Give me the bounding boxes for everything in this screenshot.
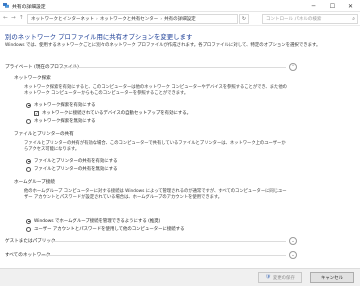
network-sharing-icon xyxy=(3,3,9,8)
file-printer-on-label: ファイルとプリンターの共有を有効にする xyxy=(34,159,118,164)
uac-shield-icon: 🛡 xyxy=(265,275,271,280)
network-discovery-off-label: ネットワーク探索を無効にする xyxy=(34,119,96,124)
cancel-button[interactable]: キャンセル xyxy=(310,272,354,283)
section-guest-public-title[interactable]: ゲストまたはパブリック xyxy=(5,238,56,244)
breadcrumb-item-advanced-sharing[interactable]: 共有の詳細設定 xyxy=(164,16,196,22)
address-row: ← → ↑ ネットワークとインターネット › ネットワークと共有センター › 共… xyxy=(0,12,360,26)
homegroup-title: ホームグループ接続 xyxy=(14,180,55,185)
window-title: 共有の詳細設定 xyxy=(12,5,46,10)
save-changes-label: 変更の保存 xyxy=(272,275,295,281)
network-discovery-description: ネットワーク探索を有効にすると、このコンピューターは他のネットワーク コンピュー… xyxy=(24,85,287,96)
homegroup-windows-manage-label: Windows でホームグループ接続を管理できるようにする (推奨) xyxy=(34,219,161,224)
main-content: 別のネットワーク プロファイル用に共有オプションを変更します Windows で… xyxy=(0,27,360,268)
file-printer-off-option[interactable]: ファイルとプリンターの共有を無効にする xyxy=(26,166,117,172)
homegroup-user-account-option[interactable]: ユーザー アカウントとパスワードを使用して他のコンピューターに接続する xyxy=(26,226,184,232)
network-discovery-off-radio[interactable] xyxy=(26,118,31,124)
section-guest-public-expand-icon[interactable]: ⌄ xyxy=(289,237,297,245)
auto-setup-option[interactable]: ✓ ネットワークに接続されているデバイスの自動セットアップを有効にする。 xyxy=(34,110,191,116)
search-icon: ⌕ xyxy=(352,16,355,22)
homegroup-windows-manage-radio[interactable] xyxy=(26,218,31,224)
auto-setup-label: ネットワークに接続されているデバイスの自動セットアップを有効にする。 xyxy=(42,111,192,116)
breadcrumb-item-network-internet[interactable]: ネットワークとインターネット xyxy=(31,16,94,22)
footer-bar: 🛡 変更の保存 キャンセル xyxy=(0,268,360,286)
file-printer-on-option[interactable]: ファイルとプリンターの共有を有効にする xyxy=(26,158,117,164)
file-printer-off-label: ファイルとプリンターの共有を無効にする xyxy=(34,167,118,172)
search-placeholder: コントロール パネルの検索 xyxy=(266,17,322,22)
back-arrow-icon[interactable]: ← xyxy=(3,15,8,21)
page-title: 別のネットワーク プロファイル用に共有オプションを変更します xyxy=(5,33,193,41)
network-discovery-on-radio[interactable] xyxy=(26,102,31,108)
section-all-networks-divider xyxy=(41,255,286,256)
refresh-button[interactable]: ↻ xyxy=(239,14,249,24)
section-private-divider xyxy=(62,67,286,68)
up-arrow-icon[interactable]: ↑ xyxy=(19,15,24,21)
network-discovery-on-option[interactable]: ネットワーク探索を有効にする xyxy=(26,102,96,108)
homegroup-description: 他のホームグループ コンピューターに対する接続は Windows によって管理さ… xyxy=(24,189,287,200)
file-printer-description: ファイルとプリンターの共有が有効な場合、このコンピューターで共有しているファイル… xyxy=(24,141,286,152)
network-discovery-title: ネットワーク探索 xyxy=(14,76,51,81)
close-button[interactable]: ✕ xyxy=(341,0,360,12)
breadcrumb[interactable]: ネットワークとインターネット › ネットワークと共有センター › 共有の詳細設定 xyxy=(27,14,238,24)
file-printer-on-radio[interactable] xyxy=(26,158,31,164)
homegroup-windows-manage-option[interactable]: Windows でホームグループ接続を管理できるようにする (推奨) xyxy=(26,218,160,224)
section-guest-public-divider xyxy=(51,241,286,242)
forward-arrow-icon[interactable]: → xyxy=(11,15,16,21)
network-discovery-on-label: ネットワーク探索を有効にする xyxy=(34,103,96,108)
section-all-networks-expand-icon[interactable]: ⌄ xyxy=(289,251,297,259)
section-private-collapse-icon[interactable]: ⌃ xyxy=(289,63,297,71)
breadcrumb-item-network-sharing-center[interactable]: ネットワークと共有センター xyxy=(100,16,159,22)
title-bar: 共有の詳細設定 ─ ☐ ✕ xyxy=(0,0,360,12)
save-changes-button[interactable]: 🛡 変更の保存 xyxy=(258,272,302,283)
file-printer-off-radio[interactable] xyxy=(26,166,31,172)
page-description: Windows では、使用するネットワークごとに別々のネットワーク プロファイル… xyxy=(5,43,321,48)
file-printer-title: ファイルとプリンターの共有 xyxy=(14,132,74,137)
homegroup-user-account-radio[interactable] xyxy=(26,226,31,232)
auto-setup-checkbox[interactable]: ✓ xyxy=(34,110,39,116)
breadcrumb-separator-icon: › xyxy=(160,16,163,22)
homegroup-user-account-label: ユーザー アカウントとパスワードを使用して他のコンピューターに接続する xyxy=(34,227,185,232)
network-discovery-off-option[interactable]: ネットワーク探索を無効にする xyxy=(26,118,96,124)
minimize-button[interactable]: ─ xyxy=(304,0,323,12)
search-input[interactable]: コントロール パネルの検索 ⌕ xyxy=(262,14,358,24)
breadcrumb-separator-icon: › xyxy=(96,16,98,22)
maximize-button[interactable]: ☐ xyxy=(323,0,342,12)
